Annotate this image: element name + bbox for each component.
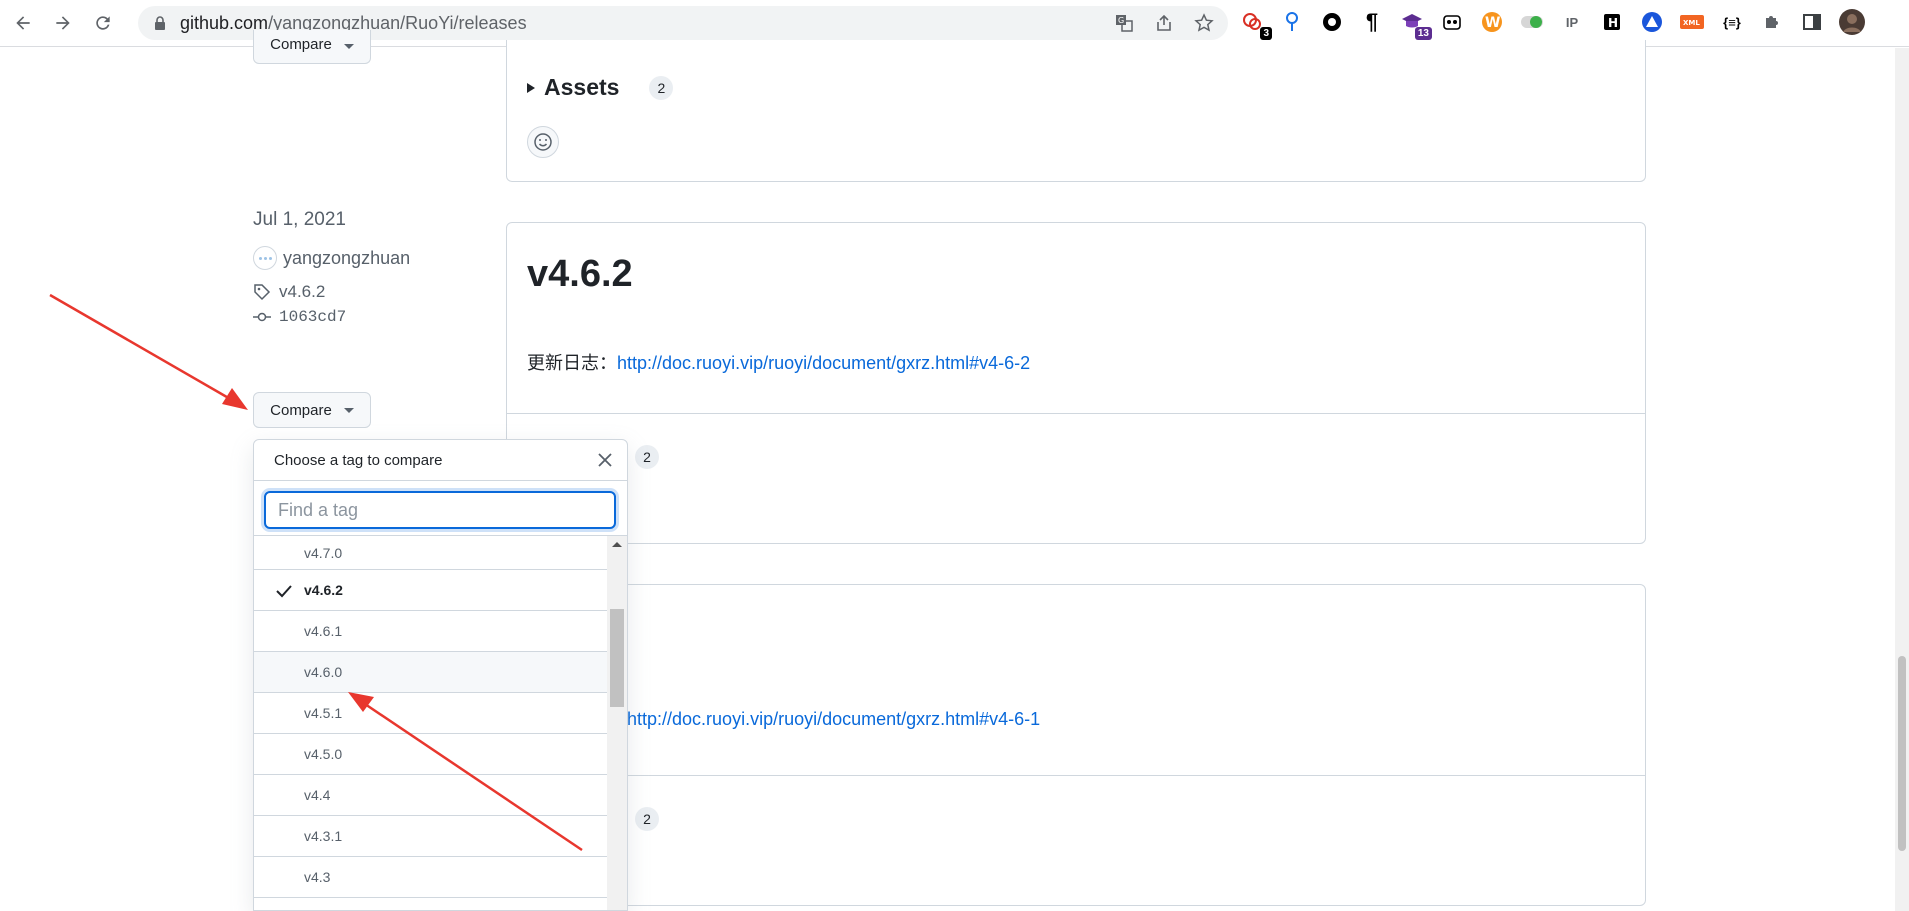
circle-icon[interactable] [1318,8,1346,36]
release-card-v4-6-2: v4.6.2 更新日志：http://doc.ruoyi.vip/ruoyi/d… [506,222,1646,544]
tag-option[interactable]: v4.3 [254,857,607,898]
side-panel-icon[interactable] [1798,8,1826,36]
panda-icon[interactable] [1438,8,1466,36]
release-notes: http://doc.ruoyi.vip/ruoyi/document/gxrz… [627,709,1040,730]
assets-count-badge: 2 [649,75,674,100]
scrollbar-thumb[interactable] [610,609,624,707]
close-icon[interactable] [595,450,615,470]
tag-option[interactable]: v4.6.1 [254,611,607,652]
forward-icon[interactable] [46,6,80,40]
h-icon[interactable]: H [1598,8,1626,36]
scrollbar-thumb[interactable] [1898,656,1906,851]
dropdown-header: Choose a tag to compare [254,440,627,481]
tag-option[interactable]: v4.5.0 [254,734,607,775]
extension-icon-1[interactable]: 3 [1238,8,1272,40]
svg-text:G: G [1118,16,1124,25]
svg-text:XML: XML [1683,19,1700,27]
tag-option-label: v4.4 [304,787,331,803]
profile-avatar[interactable] [1838,8,1866,36]
release-notes: 更新日志：http://doc.ruoyi.vip/ruoyi/document… [527,349,1030,375]
xml-icon[interactable]: XML [1678,8,1706,36]
assets-label: Assets [544,74,620,100]
commit-icon [253,312,271,322]
tag-option-label: v4.6.1 [304,623,343,639]
smiley-icon[interactable] [527,126,559,158]
scroll-up-arrow-icon[interactable] [612,542,622,547]
reload-icon[interactable] [86,6,120,40]
assets-count-badge: 2 [635,445,659,469]
tag-option-label: v4.6.2 [304,582,343,598]
divider [507,775,1645,776]
lock-icon [155,16,165,30]
tag-option[interactable]: v4.5.1 [254,693,607,734]
compare-button[interactable]: Compare [253,392,371,428]
author-name: yangzongzhuan [283,247,411,268]
graduation-cap-icon[interactable]: 13 [1398,8,1432,40]
share-icon[interactable] [1152,11,1176,35]
find-tag-input[interactable] [264,491,616,529]
compare-label: Compare [270,36,332,53]
tag-option-label: v4.3 [304,869,331,885]
previous-compare-button[interactable]: Compare [253,30,371,64]
translate-icon[interactable]: G [1112,11,1136,35]
extensions-puzzle-icon[interactable] [1758,8,1786,36]
extension-badge: 13 [1414,27,1432,40]
triangle-icon[interactable] [1638,8,1666,36]
assets-count-badge: 2 [635,807,659,831]
tag-compare-dropdown: Choose a tag to compare v4.7.0 v4.6.2 v4.6… [253,439,628,911]
dropdown-scrollbar[interactable] [607,536,627,910]
release-card-v4-6-1: http://doc.ruoyi.vip/ruoyi/document/gxrz… [506,584,1646,906]
svg-text:H: H [1608,16,1618,30]
release-tag-link[interactable]: v4.6.2 [253,282,325,302]
tag-option-label: v4.5.0 [304,746,343,762]
chevron-down-icon [343,407,354,413]
avatar [253,246,277,270]
release-commit-link[interactable]: 1063cd7 [253,308,346,326]
w-icon[interactable]: W [1478,8,1506,36]
check-icon [276,585,292,598]
toggle-icon[interactable] [1518,8,1546,36]
svg-text:W: W [1485,15,1500,31]
commit-hash: 1063cd7 [279,308,347,326]
changelog-prefix: 更新日志： [527,353,617,373]
tag-option-label: v4.5.1 [304,705,343,721]
dropdown-filter [254,481,627,536]
back-icon[interactable] [6,6,40,40]
release-date: Jul 1, 2021 [253,209,346,230]
tag-option[interactable]: v4.7.0 [254,536,607,570]
tag-option-label: v4.3.1 [304,828,343,844]
changelog-link[interactable]: http://doc.ruoyi.vip/ruoyi/document/gxrz… [617,353,1030,373]
tag-option[interactable]: v4.6.0 [254,652,607,693]
pin-icon[interactable] [1278,8,1306,36]
tag-option-label: v4.6.0 [304,664,343,680]
changelog-link[interactable]: http://doc.ruoyi.vip/ruoyi/document/gxrz… [627,709,1040,729]
compare-label: Compare [270,401,332,419]
assets-toggle[interactable]: Assets 2 [527,74,674,101]
ip-icon[interactable]: IP [1558,8,1586,36]
json-braces-icon[interactable]: {≡} [1718,8,1746,36]
bookmark-star-icon[interactable] [1192,11,1216,35]
divider [507,413,1645,414]
tag-icon [254,284,271,301]
release-author[interactable]: yangzongzhuan [253,246,410,270]
tag-option[interactable]: v4.6.2 [254,570,607,611]
release-title[interactable]: v4.6.2 [527,253,633,296]
page-scrollbar[interactable] [1895,48,1909,911]
tag-label: v4.6.2 [279,282,326,301]
pilcrow-icon[interactable]: ¶ [1358,8,1386,36]
tag-list: v4.7.0 v4.6.2 v4.6.1 v4.6.0 v4.5.1 v4.5.0 v4.4… [254,536,607,898]
triangle-right-icon [527,82,535,93]
tag-option-label: v4.7.0 [304,544,343,561]
tag-option[interactable]: v4.3.1 [254,816,607,857]
release-card-previous: Assets 2 [506,40,1646,182]
chevron-down-icon [343,44,354,49]
tag-option[interactable]: v4.4 [254,775,607,816]
extension-badge: 3 [1260,27,1272,40]
dropdown-title: Choose a tag to compare [274,451,443,469]
